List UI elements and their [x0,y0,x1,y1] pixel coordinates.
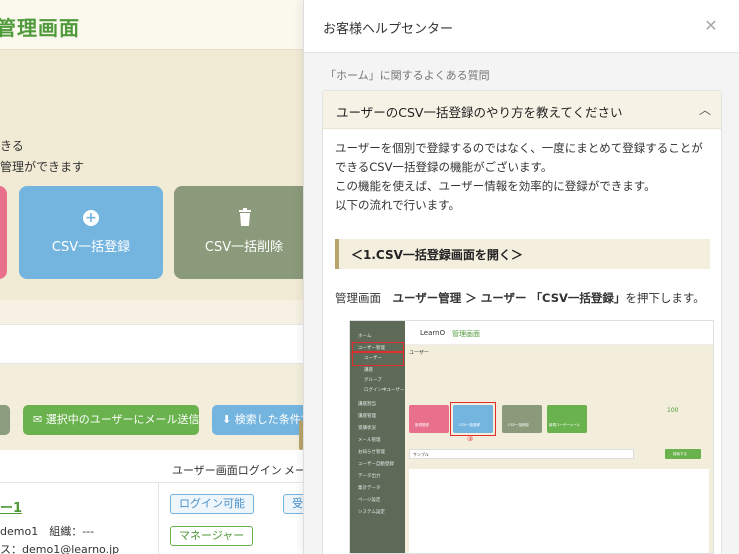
background-page: 管理画面 きる 管理ができます + CSV一括登録 CSV一括削除 ✉ 選択中の… [0,0,303,554]
mail-icon: ✉ [33,413,46,426]
mini-search-button: 検索する [665,449,701,459]
csv-register-label: CSV一括登録 [51,240,131,255]
divider-strip [0,300,303,324]
user-sub-info: demo1 組織：--- [0,525,95,538]
page-title: 管理画面 [0,16,80,40]
panel-title: お客様ヘルプセンター [323,22,454,37]
mini-card-csv-delete: CSV一括削除 [502,405,542,433]
mini-main: ユーザー 新規登録 CSV一括登録 CSV一括削除 新規ユーザーメール ③ 10… [405,345,713,553]
search-area[interactable] [0,324,303,364]
table-row: ー1 demo1 組織：--- ス：demo1@learno.jp [0,482,303,554]
mini-app-title: 管理画面 [452,330,480,338]
highlight-box-3 [450,402,496,436]
csv-delete-card[interactable]: CSV一括削除 [174,186,303,279]
download-icon: ⬇ [222,413,235,426]
mini-count: 100 [667,407,679,414]
column-header-login: ユーザー画面ログイン [172,464,282,477]
csv-register-card[interactable]: + CSV一括登録 [19,186,163,279]
role-badge: マネージャー [170,526,254,546]
user-table: ユーザー画面ログイン メー ー1 demo1 組織：--- ス：demo1@le… [0,450,303,554]
mini-card-mail: 新規ユーザーメール [547,405,587,433]
chevron-up-icon[interactable]: ︿ [699,101,711,118]
mini-card-new: 新規登録 [409,405,449,433]
highlight-box-2 [352,352,404,366]
bulk-actions: ✉ 選択中のユーザーにメール送信 ⬇ 検索した条件で [0,390,303,450]
highlight-box-1 [352,342,404,352]
help-center-panel: お客様ヘルプセンター ✕ 「ホーム」に関するよくある質問 ユーザーのCSV一括登… [303,0,739,554]
mini-logo: LearnO [420,329,446,337]
csv-delete-label: CSV一括削除 [204,240,284,255]
mini-sidebar: ホーム ユーザー管理 ユーザー 講座 グループ ログイン中ユーザー 講座割当 講… [350,321,405,553]
mark-3: ③ [467,435,474,443]
page-header: 管理画面 [0,0,303,50]
faq-answer: ユーザーを個別で登録するのではなく、一度にまとめて登録することが できるCSV一… [335,141,703,212]
mini-search: サンプル [409,449,634,459]
download-button[interactable]: ⬇ 検索した条件で [212,405,303,435]
user-email: ス：demo1@learno.jp [0,543,120,554]
user-name-link[interactable]: ー1 [0,497,22,516]
mark-2: ② [350,351,352,359]
new-register-card[interactable] [0,186,7,279]
panel-header: お客様ヘルプセンター ✕ [304,0,739,53]
mini-table [409,469,709,553]
mini-page-heading: ユーザー [409,350,429,356]
trash-icon [239,208,251,226]
step-instruction: 管理画面 ユーザー管理 ＞ ユーザー 「CSV一括登録」を押下します。 [335,291,705,305]
faq-question: ユーザーのCSV一括登録のやり方を教えてください [336,105,623,120]
page-description: きる 管理ができます [0,139,85,174]
tutorial-screenshot: ホーム ユーザー管理 ユーザー 講座 グループ ログイン中ユーザー 講座割当 講… [349,320,714,554]
faq-question-header[interactable]: ユーザーのCSV一括登録のやり方を教えてください ︿ [323,91,721,129]
step-heading: ＜1.CSV一括登録画面を開く＞ [335,239,710,269]
plus-icon: + [83,210,99,226]
column-header-mail: メー [284,464,303,477]
send-mail-button[interactable]: ✉ 選択中のユーザーにメール送信 [23,405,200,435]
mail-status-badge: 受 [283,494,303,514]
column-divider [158,482,159,554]
login-status-badge: ログイン可能 [170,494,254,514]
bulk-action-button[interactable] [0,405,10,435]
mark-1: ① [350,340,352,348]
section-label: 「ホーム」に関するよくある質問 [325,69,490,82]
close-icon[interactable]: ✕ [702,17,720,35]
